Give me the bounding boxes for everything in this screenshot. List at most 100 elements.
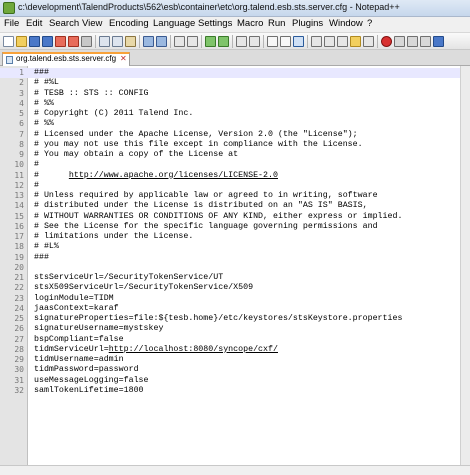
editor-line[interactable]: 20 (0, 263, 460, 273)
document-map-icon[interactable] (324, 36, 335, 47)
editor-line[interactable]: 18 # #L% (0, 242, 460, 252)
menu-plugins[interactable]: Plugins (292, 18, 323, 29)
menu-help[interactable]: ? (367, 18, 372, 29)
editor-line[interactable]: 3 # TESB :: STS :: CONFIG (0, 89, 460, 99)
editor-line[interactable]: 23 loginModule=TIDM (0, 294, 460, 304)
editor-line[interactable]: 30 tidmPassword=password (0, 365, 460, 375)
cut-icon[interactable] (99, 36, 110, 47)
editor-line[interactable]: 28 tidmServiceUrl=http://localhost:8080/s… (0, 345, 460, 355)
line-number: 19 (14, 252, 24, 262)
editor-line[interactable]: 32 samlTokenLifetime=1800 (0, 386, 460, 396)
editor[interactable]: 1 ### 2 # #%L 3 # TESB :: STS :: CONFIG 4 # %% 5… (0, 66, 460, 465)
editor-line[interactable]: 17 # limitations under the License. (0, 232, 460, 242)
editor-line[interactable]: 11 # http://www.apache.org/licenses/LICEN… (0, 171, 460, 181)
redo-icon[interactable] (156, 36, 167, 47)
zoom-in-icon[interactable] (205, 36, 216, 47)
line-text: # Unless required by applicable law or a… (34, 191, 378, 200)
stop-macro-icon[interactable] (394, 36, 405, 47)
menu-view[interactable]: View (82, 18, 102, 29)
line-text: signatureUsername=mystskey (34, 324, 164, 334)
function-list-icon[interactable] (337, 36, 348, 47)
tab-bar: org.talend.esb.sts.server.cfg ✕ (0, 50, 470, 66)
undo-icon[interactable] (143, 36, 154, 47)
toolbar-separator (170, 35, 171, 48)
line-number: 14 (14, 201, 24, 211)
editor-line[interactable]: 15 # WITHOUT WARRANTIES OR CONDITIONS OF … (0, 212, 460, 222)
find-icon[interactable] (174, 36, 185, 47)
line-text: # You may obtain a copy of the License a… (34, 150, 239, 159)
editor-line[interactable]: 24 jaasContext=karaf (0, 304, 460, 314)
editor-line[interactable]: 26 signatureUsername=mystskey (0, 324, 460, 334)
new-file-icon[interactable] (3, 36, 14, 47)
sync-vertical-icon[interactable] (236, 36, 247, 47)
user-language-icon[interactable] (311, 36, 322, 47)
notepadpp-app-icon (3, 2, 15, 14)
editor-line[interactable]: 9 # You may obtain a copy of the License … (0, 150, 460, 160)
editor-line[interactable]: 12 # (0, 181, 460, 191)
vertical-scrollbar[interactable] (460, 66, 470, 465)
editor-line[interactable]: 21 stsServiceUrl=/SecurityTokenService/UT (0, 273, 460, 283)
editor-line[interactable]: 19 ### (0, 253, 460, 263)
menu-run[interactable]: Run (268, 18, 285, 29)
show-all-chars-icon[interactable] (280, 36, 291, 47)
menu-search[interactable]: Search (49, 18, 79, 29)
tab-sts-server-cfg[interactable]: org.talend.esb.sts.server.cfg ✕ (2, 52, 130, 66)
editor-line[interactable]: 8 # you may not use this file except in c… (0, 140, 460, 150)
paste-icon[interactable] (125, 36, 136, 47)
editor-line[interactable]: 13 # Unless required by applicable law or… (0, 191, 460, 201)
editor-line[interactable]: 6 # %% (0, 119, 460, 129)
editor-line[interactable]: 27 bspCompliant=false (0, 335, 460, 345)
editor-line[interactable]: 31 useMessageLogging=false (0, 376, 460, 386)
line-number: 23 (14, 293, 24, 303)
monitor-icon[interactable] (363, 36, 374, 47)
menu-file[interactable]: File (4, 18, 19, 29)
editor-line[interactable]: 2 # #%L (0, 78, 460, 88)
editor-line[interactable]: 29 tidmUsername=admin (0, 355, 460, 365)
copy-icon[interactable] (112, 36, 123, 47)
close-all-icon[interactable] (68, 36, 79, 47)
run-macro-multiple-icon[interactable] (420, 36, 431, 47)
editor-line[interactable]: 22 stsX509ServiceUrl=/SecurityTokenServic… (0, 283, 460, 293)
editor-line[interactable]: 14 # distributed under the License is dis… (0, 201, 460, 211)
folder-workspace-icon[interactable] (350, 36, 361, 47)
play-macro-icon[interactable] (407, 36, 418, 47)
replace-icon[interactable] (187, 36, 198, 47)
close-icon[interactable] (55, 36, 66, 47)
zoom-out-icon[interactable] (218, 36, 229, 47)
tab-close-icon[interactable]: ✕ (120, 54, 127, 63)
indent-guide-icon[interactable] (293, 36, 304, 47)
line-number: 15 (14, 211, 24, 221)
save-macro-icon[interactable] (433, 36, 444, 47)
editor-line[interactable]: 7 # Licensed under the Apache License, Ve… (0, 130, 460, 140)
menu-encoding[interactable]: Encoding (109, 18, 149, 29)
editor-line[interactable]: 25 signatureProperties=file:${tesb.home}/… (0, 314, 460, 324)
print-icon[interactable] (81, 36, 92, 47)
open-file-icon[interactable] (16, 36, 27, 47)
menu-language[interactable]: Language (153, 18, 195, 29)
editor-line[interactable]: 4 # %% (0, 99, 460, 109)
menu-window[interactable]: Window (329, 18, 363, 29)
menu-macro[interactable]: Macro (237, 18, 263, 29)
menu-edit[interactable]: Edit (26, 18, 42, 29)
menu-settings[interactable]: Settings (198, 18, 232, 29)
line-text: tidmPassword=password (34, 365, 139, 375)
line-number: 7 (19, 129, 24, 139)
url-link[interactable]: http://www.apache.org/licenses/LICENSE-2… (69, 171, 278, 180)
url-link[interactable]: http://localhost:8080/syncope/cxf/ (109, 345, 278, 354)
editor-line[interactable]: 16 # See the License for the specific lan… (0, 222, 460, 232)
editor-line[interactable]: 1 ### (0, 68, 460, 79)
line-number: 10 (14, 160, 24, 170)
word-wrap-icon[interactable] (267, 36, 278, 47)
record-macro-icon[interactable] (381, 36, 392, 47)
line-text: ### (34, 68, 49, 77)
window-title: c:\development\TalendProducts\562\esb\co… (18, 2, 400, 12)
editor-line[interactable]: 10 # (0, 160, 460, 170)
sync-horizontal-icon[interactable] (249, 36, 260, 47)
toolbar-separator (263, 35, 264, 48)
line-number: 24 (14, 303, 24, 313)
save-all-icon[interactable] (42, 36, 53, 47)
editor-lines: 1 ### 2 # #%L 3 # TESB :: STS :: CONFIG 4 # %% 5… (0, 68, 460, 396)
line-text: # #%L (34, 78, 59, 88)
editor-line[interactable]: 5 # Copyright (C) 2011 Talend Inc. (0, 109, 460, 119)
save-icon[interactable] (29, 36, 40, 47)
